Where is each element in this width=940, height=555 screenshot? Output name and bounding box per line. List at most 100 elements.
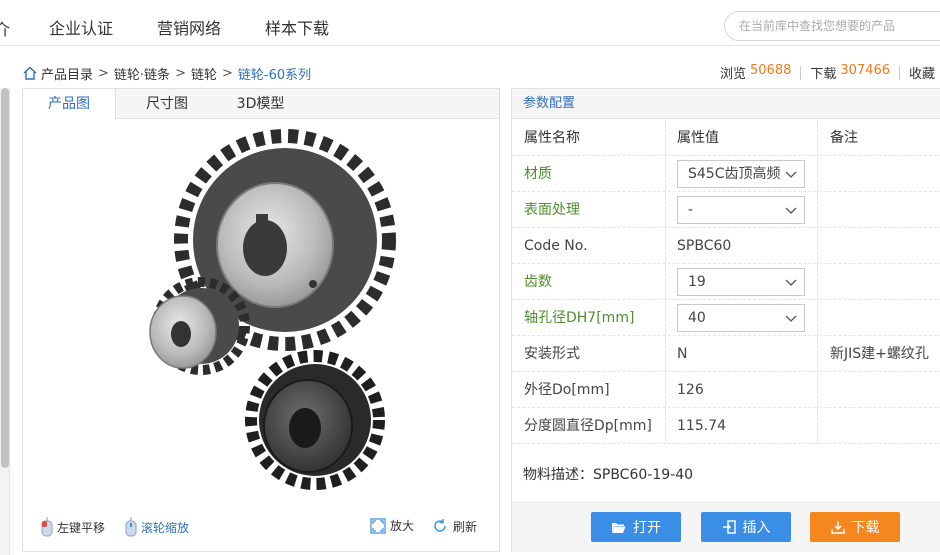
select-value: 40 xyxy=(688,310,706,326)
chevron-down-icon xyxy=(785,171,797,178)
table-row: Code No. SPBC60 xyxy=(512,228,940,264)
param-name: Code No. xyxy=(524,238,588,254)
param-name: 分度圆直径Dp[mm] xyxy=(524,418,652,434)
breadcrumb-item-catalog[interactable]: 产品目录 xyxy=(41,64,93,83)
pan-hint-label: 左键平移 xyxy=(57,520,106,535)
breadcrumb-separator: > xyxy=(221,65,233,81)
breadcrumb: 产品目录 > 链轮·链条 > 链轮 > 链轮-60系列 xyxy=(22,63,311,83)
product-image-panel: 产品图 尺寸图 3D模型 左键平移 滚轮缩放 放大 刷新 xyxy=(22,88,500,552)
parameter-table-header: 属性名称 属性值 备注 xyxy=(512,120,940,156)
bore-diameter-select[interactable]: 40 xyxy=(677,304,805,332)
param-name: 表面处理 xyxy=(524,202,580,218)
breadcrumb-item-sprocket[interactable]: 链轮 xyxy=(191,64,217,83)
tooth-count-select[interactable]: 19 xyxy=(677,268,805,296)
column-divider xyxy=(817,408,818,444)
param-name: 安装形式 xyxy=(524,346,580,362)
sidebar-scrollbar[interactable] xyxy=(0,88,10,555)
param-value: 126 xyxy=(677,382,704,398)
scrollbar-thumb[interactable] xyxy=(1,88,9,468)
insert-icon xyxy=(722,520,736,534)
table-row: 齿数 19 xyxy=(512,264,940,300)
tab-product-image[interactable]: 产品图 xyxy=(23,89,116,120)
tab-dimension-drawing[interactable]: 尺寸图 xyxy=(120,89,214,119)
column-divider xyxy=(665,228,666,264)
column-header-note: 备注 xyxy=(830,130,858,146)
download-button-label: 下载 xyxy=(851,520,880,536)
views-label: 浏览 xyxy=(720,67,747,82)
image-tabs: 产品图 尺寸图 3D模型 xyxy=(23,89,499,120)
breadcrumb-separator: > xyxy=(98,65,109,81)
viewer-toolbar: 左键平移 滚轮缩放 放大 刷新 xyxy=(23,517,499,541)
column-divider xyxy=(817,372,818,408)
favorite-link[interactable]: 收藏 xyxy=(909,63,935,82)
table-row: 材质 S45C齿顶高频 xyxy=(512,156,940,192)
select-value: 19 xyxy=(688,274,706,290)
material-description: 物料描述：SPBC60-19-40 xyxy=(523,467,694,483)
black-sprocket-image xyxy=(245,350,385,490)
refresh-icon xyxy=(434,519,446,532)
action-bar: 打开 插入 下载 xyxy=(512,502,940,552)
surface-treatment-select[interactable]: - xyxy=(677,196,805,224)
zoom-hint: 滚轮缩放 xyxy=(125,517,189,537)
column-divider xyxy=(665,372,666,408)
search-box xyxy=(724,11,940,41)
table-row: 安装形式 N 新JIS建+螺纹孔 xyxy=(512,336,940,372)
product-stats: 浏览 50688 下载 307466 收藏 xyxy=(720,63,935,82)
table-row: 分度圆直径Dp[mm] 115.74 xyxy=(512,408,940,444)
param-name: 外径Do[mm] xyxy=(524,382,610,398)
param-value: N xyxy=(677,346,688,362)
param-name: 齿数 xyxy=(524,274,552,290)
table-row: 外径Do[mm] 126 xyxy=(512,372,940,408)
column-header-name: 属性名称 xyxy=(524,130,580,146)
small-sprocket-image xyxy=(149,277,250,375)
param-name: 材质 xyxy=(524,166,552,182)
refresh-button[interactable]: 刷新 xyxy=(431,517,477,535)
refresh-label: 刷新 xyxy=(453,519,478,534)
download-icon xyxy=(830,521,845,534)
column-divider xyxy=(665,336,666,372)
tab-3d-model[interactable]: 3D模型 xyxy=(218,89,303,119)
column-divider xyxy=(817,336,818,372)
nav-item-sales-network[interactable]: 营销网络 xyxy=(157,15,221,39)
enlarge-button[interactable]: 放大 xyxy=(370,517,414,534)
downloads-count: 307466 xyxy=(840,63,891,78)
pan-hint: 左键平移 xyxy=(41,517,105,537)
top-navigation: 介 企业认证 营销网络 样本下载 xyxy=(0,0,940,46)
material-select[interactable]: S45C齿顶高频 xyxy=(677,160,805,188)
table-row: 轴孔径DH7[mm] 40 xyxy=(512,300,940,336)
open-button-label: 打开 xyxy=(633,520,661,536)
nav-item-cut[interactable]: 介 xyxy=(0,16,10,40)
mouse-wheel-icon xyxy=(125,517,137,537)
nav-item-sample-download[interactable]: 样本下载 xyxy=(265,15,329,39)
column-divider xyxy=(817,192,818,228)
insert-button[interactable]: 插入 xyxy=(701,512,791,542)
column-divider xyxy=(817,300,818,336)
column-divider xyxy=(665,156,666,192)
column-divider xyxy=(817,264,818,300)
column-divider xyxy=(665,264,666,300)
column-divider xyxy=(665,192,666,228)
breadcrumb-item-sprocket-chain[interactable]: 链轮·链条 xyxy=(114,64,170,83)
downloads-label: 下载 xyxy=(810,67,837,82)
param-value: 115.74 xyxy=(677,418,726,434)
chevron-down-icon xyxy=(785,315,797,322)
column-divider xyxy=(817,228,818,264)
views-count: 50688 xyxy=(750,63,792,78)
zoom-hint-label: 滚轮缩放 xyxy=(141,520,190,535)
select-value: - xyxy=(688,202,694,218)
chevron-down-icon xyxy=(785,279,797,286)
nav-item-enterprise-cert[interactable]: 企业认证 xyxy=(49,15,113,39)
breadcrumb-item-current[interactable]: 链轮-60系列 xyxy=(238,64,311,83)
param-value: SPBC60 xyxy=(677,238,732,254)
column-divider xyxy=(817,156,818,192)
parameter-panel-title: 参数配置 xyxy=(512,89,940,119)
download-button[interactable]: 下载 xyxy=(810,512,900,542)
search-input[interactable] xyxy=(739,12,939,40)
home-icon[interactable] xyxy=(22,65,38,81)
stats-divider xyxy=(800,66,802,80)
column-divider xyxy=(665,300,666,336)
product-image-viewer[interactable] xyxy=(23,120,499,500)
column-divider xyxy=(817,120,818,156)
param-name: 轴孔径DH7[mm] xyxy=(524,310,635,326)
open-button[interactable]: 打开 xyxy=(591,512,681,542)
